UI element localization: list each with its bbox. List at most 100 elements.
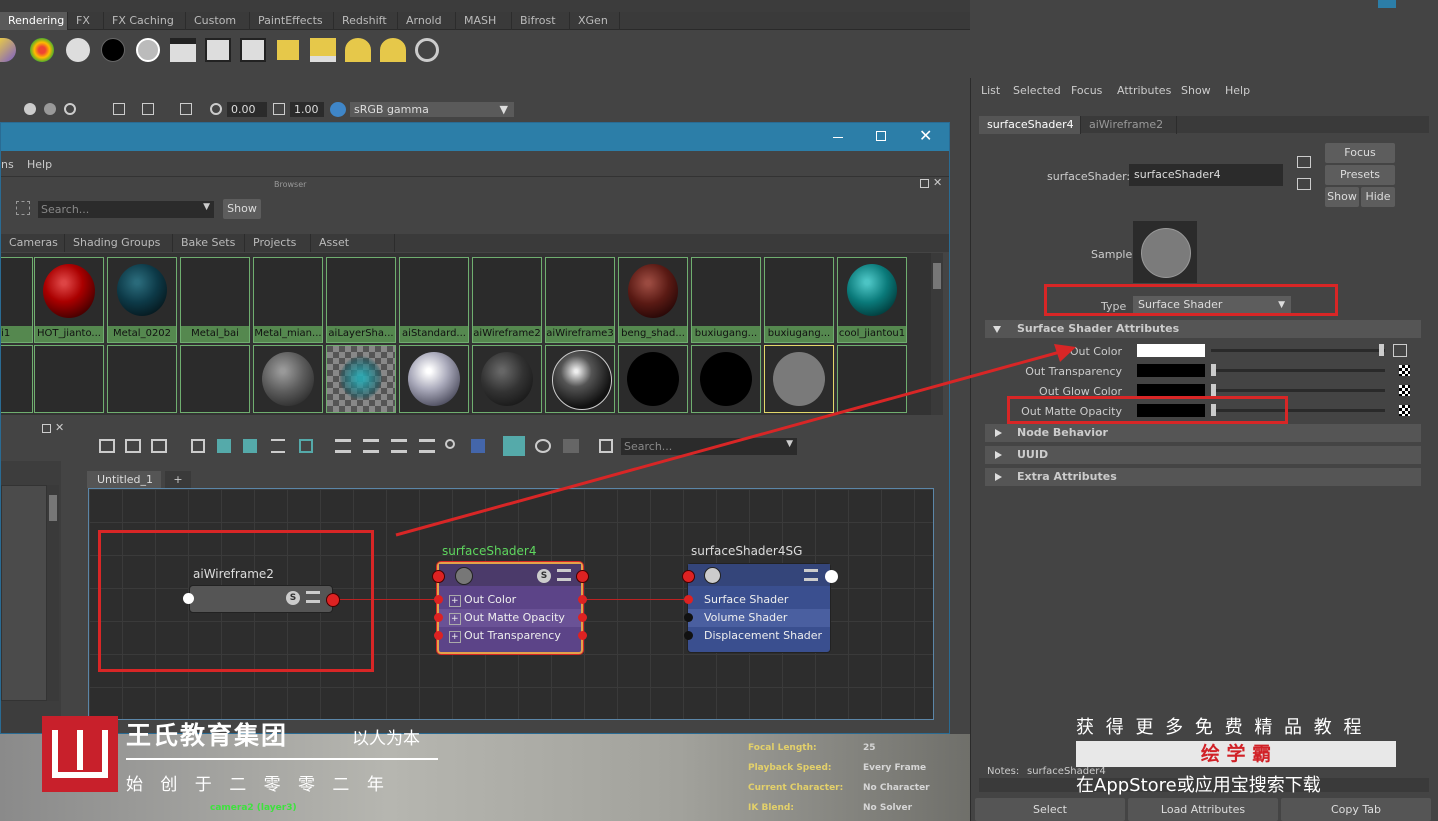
shelf-tab-redshift[interactable]: Redshift: [334, 12, 398, 30]
attr-out-glow-color-slider-knob[interactable]: [1211, 384, 1216, 396]
outliner-list[interactable]: [1, 485, 47, 701]
shelf-tab-rendering[interactable]: Rendering: [0, 12, 68, 30]
map-button-icon[interactable]: [1393, 344, 1407, 357]
frame-icon[interactable]: [142, 103, 154, 115]
outliner-scrollbar[interactable]: [47, 485, 59, 701]
port-volume-shader[interactable]: Volume Shader: [704, 611, 787, 624]
attr-out-transparency-slider-knob[interactable]: [1211, 364, 1216, 376]
material-swatch[interactable]: [545, 345, 615, 413]
material-swatch[interactable]: [107, 345, 177, 413]
shelf-tab-fx-caching[interactable]: FX Caching: [104, 12, 186, 30]
ae-menu-show[interactable]: Show: [1181, 84, 1211, 97]
input-port[interactable]: [434, 595, 443, 604]
close-panel-icon[interactable]: ✕: [933, 176, 942, 189]
window-control[interactable]: [1378, 0, 1396, 8]
output-port[interactable]: [578, 631, 587, 640]
maximize-icon[interactable]: [876, 131, 886, 141]
material-swatch[interactable]: [399, 345, 469, 413]
expand-icon[interactable]: +: [449, 595, 461, 607]
input-port[interactable]: [432, 570, 445, 583]
focus-button[interactable]: Focus: [1325, 143, 1395, 163]
sample-swatch[interactable]: [1133, 221, 1197, 283]
output-node-icon[interactable]: [1297, 178, 1311, 190]
attr-out-glow-color-slider[interactable]: [1211, 389, 1385, 392]
swatch-icon[interactable]: [471, 439, 485, 453]
attr-out-transparency-swatch[interactable]: [1137, 364, 1205, 377]
graph-icon[interactable]: [299, 439, 313, 453]
material-swatch[interactable]: [326, 345, 396, 413]
input-port[interactable]: [684, 595, 693, 604]
material-swatch[interactable]: [34, 345, 104, 413]
port-surface-shader[interactable]: Surface Shader: [704, 593, 788, 606]
filter-icon[interactable]: [16, 201, 30, 215]
exposure-icon[interactable]: [210, 103, 222, 115]
connected-mode-icon[interactable]: [363, 439, 379, 453]
shelf-tab-bifrost[interactable]: Bifrost: [512, 12, 570, 30]
shelf-tab-arnold[interactable]: Arnold: [398, 12, 456, 30]
presets-button[interactable]: Presets: [1325, 165, 1395, 185]
tab-projects[interactable]: Projects: [245, 234, 311, 252]
material-swatch[interactable]: [1, 345, 33, 413]
shelf-tab-mash[interactable]: MASH: [456, 12, 512, 30]
material-swatch[interactable]: buxiugang...: [691, 257, 761, 343]
material-swatch[interactable]: [837, 345, 907, 413]
ae-tab-aiwireframe2[interactable]: aiWireframe2: [1081, 116, 1177, 134]
material-swatch[interactable]: [691, 345, 761, 413]
render-settings-icon[interactable]: [310, 38, 336, 62]
material-swatch[interactable]: HOT_jianto...: [34, 257, 104, 343]
attr-out-color-slider-knob[interactable]: [1379, 344, 1384, 356]
refresh-icon[interactable]: [599, 439, 613, 453]
white-sphere-icon[interactable]: [66, 38, 90, 62]
input-node-icon[interactable]: [1297, 156, 1311, 168]
tab-bake-sets[interactable]: Bake Sets: [173, 234, 245, 252]
gamma-icon[interactable]: [273, 103, 285, 115]
attr-out-color-slider[interactable]: [1211, 349, 1385, 352]
shelf-tab-fx[interactable]: FX: [68, 12, 104, 30]
close-icon[interactable]: ✕: [919, 126, 932, 145]
float-panel-icon[interactable]: [920, 179, 929, 188]
tab-cameras[interactable]: Cameras: [1, 234, 65, 252]
port-out-matte-opacity[interactable]: + Out Matte Opacity: [449, 611, 565, 625]
snap-icon[interactable]: [535, 439, 551, 453]
frame-selected-icon[interactable]: [191, 439, 205, 453]
material-swatch[interactable]: aiStandard...: [399, 257, 469, 343]
node-name-field[interactable]: surfaceShader4: [1129, 164, 1283, 186]
search-icon[interactable]: [445, 439, 455, 449]
float-panel-icon[interactable]: [42, 424, 51, 433]
black-sphere-icon[interactable]: [101, 38, 125, 62]
material-swatch[interactable]: Metal_bai: [180, 257, 250, 343]
gamma-field[interactable]: 1.00: [290, 102, 324, 117]
expand-icon[interactable]: +: [449, 613, 461, 625]
shade-icon[interactable]: [24, 103, 36, 115]
expand-icon[interactable]: +: [449, 631, 461, 643]
material-swatch[interactable]: Metal_mian...: [253, 257, 323, 343]
browser-show-button[interactable]: Show: [223, 199, 261, 219]
add-tab-button[interactable]: +: [165, 471, 191, 488]
attr-out-color-swatch[interactable]: [1137, 344, 1205, 357]
shelf-light-icon[interactable]: [0, 38, 16, 62]
ipr-icon[interactable]: [345, 38, 371, 62]
color-space-dropdown[interactable]: sRGB gamma ▼: [350, 102, 514, 117]
section-node-behavior[interactable]: Node Behavior: [985, 424, 1421, 442]
menu-lines-icon[interactable]: [557, 569, 571, 581]
ae-tab-surfaceshader4[interactable]: surfaceShader4: [979, 116, 1081, 134]
material-swatch[interactable]: [180, 345, 250, 413]
browser-search-input[interactable]: Search... ▼: [38, 201, 214, 218]
ae-menu-selected[interactable]: Selected: [1013, 84, 1061, 97]
material-swatch[interactable]: [764, 345, 834, 413]
layout-icon[interactable]: [217, 439, 231, 453]
scroll-thumb[interactable]: [49, 495, 57, 521]
section-surface-shader-attributes[interactable]: Surface Shader Attributes: [985, 320, 1421, 338]
attr-out-transparency-slider[interactable]: [1211, 369, 1385, 372]
material-swatch[interactable]: [253, 345, 323, 413]
simple-mode-icon[interactable]: [335, 439, 351, 453]
snapshot-icon[interactable]: [380, 38, 406, 62]
input-port[interactable]: [434, 631, 443, 640]
material-swatch[interactable]: [472, 345, 542, 413]
select-button[interactable]: Select: [975, 798, 1125, 821]
material-swatch[interactable]: Metal_0202: [107, 257, 177, 343]
target-icon[interactable]: [415, 38, 439, 62]
port-displacement-shader[interactable]: Displacement Shader: [704, 629, 822, 642]
input-port[interactable]: [682, 570, 695, 583]
color-management-icon[interactable]: [330, 102, 346, 117]
